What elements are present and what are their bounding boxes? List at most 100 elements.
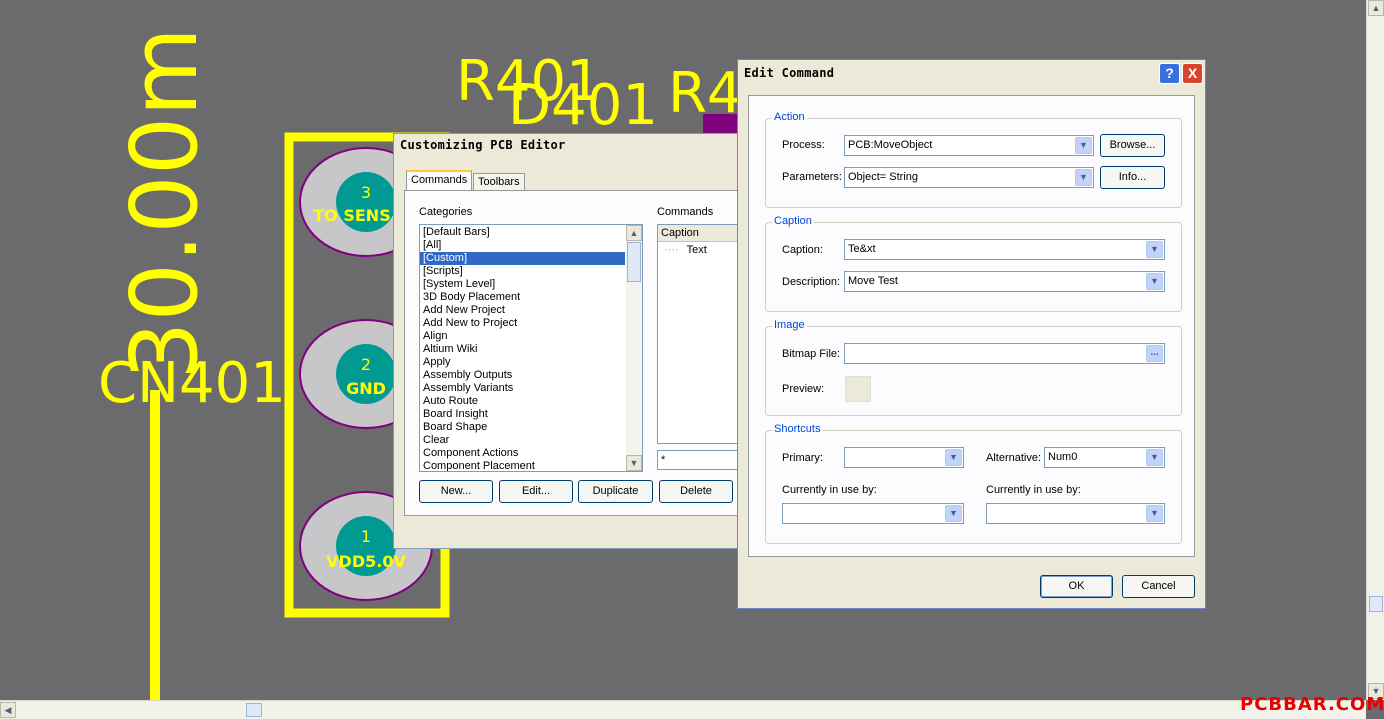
dimension-text: 30.00m [111, 27, 218, 380]
chevron-down-icon[interactable]: ▼ [1075, 169, 1092, 186]
bitmap-file-input[interactable]: ... [844, 343, 1165, 364]
category-item[interactable]: [System Level] [420, 278, 625, 291]
category-item[interactable]: 3D Body Placement [420, 291, 625, 304]
scroll-up-icon[interactable]: ▲ [626, 225, 642, 241]
description-label: Description: [782, 276, 841, 288]
chevron-down-icon[interactable]: ▼ [1146, 449, 1163, 466]
tab-toolbars[interactable]: Toolbars [473, 173, 525, 191]
edit-command-panel: Action Process: PCB:MoveObject ▼ Browse.… [748, 95, 1195, 557]
chevron-down-icon[interactable]: ▼ [945, 449, 962, 466]
caption-label: Caption: [782, 244, 823, 256]
categories-list[interactable]: [Default Bars] [All] [Custom] [Scripts] [Sys… [419, 224, 643, 472]
close-icon[interactable]: X [1182, 63, 1203, 84]
categories-label: Categories [419, 206, 473, 218]
chevron-down-icon[interactable]: ▼ [945, 505, 962, 522]
horizontal-scroll-thumb[interactable] [246, 703, 262, 717]
category-item[interactable]: Auto Route [420, 395, 625, 408]
primary-combo[interactable]: ▼ [844, 447, 964, 468]
pad-number: 2 [361, 355, 371, 374]
command-item-label: Text [686, 244, 707, 256]
help-icon[interactable]: ? [1159, 63, 1180, 84]
customizing-tab-panel: Categories Commands [Default Bars] [All][… [404, 190, 747, 516]
customizing-dialog: Customizing PCB Editor Commands Toolbars… [393, 133, 747, 549]
description-combo[interactable]: Move Test ▼ [844, 271, 1165, 292]
caption-group-label: Caption [772, 215, 814, 227]
category-item[interactable]: Component Placement [420, 460, 625, 471]
tab-commands[interactable]: Commands [406, 170, 473, 190]
alternative-in-use-label: Currently in use by: [986, 484, 1081, 496]
edit-button[interactable]: Edit... [499, 480, 573, 503]
pad-number: 3 [361, 183, 371, 202]
category-item[interactable]: Altium Wiki [420, 343, 625, 356]
chevron-down-icon[interactable]: ▼ [1146, 505, 1163, 522]
scroll-up-icon[interactable]: ▲ [1368, 0, 1384, 16]
bitmap-file-label: Bitmap File: [782, 348, 841, 360]
designator-r4: R4 [668, 61, 743, 126]
categories-scrollbar[interactable]: ▲ ▼ [626, 225, 642, 471]
category-item[interactable]: Component Actions [420, 447, 625, 460]
edit-command-title: Edit Command [738, 60, 1205, 86]
category-item[interactable]: Align [420, 330, 625, 343]
process-value: PCB:MoveObject [848, 139, 933, 151]
designator-cn401: CN401 [98, 351, 286, 416]
scroll-left-icon[interactable]: ◀ [0, 702, 16, 718]
vertical-scrollbar[interactable]: ▲ ▼ [1366, 0, 1384, 700]
preview-label: Preview: [782, 383, 825, 395]
caption-combo[interactable]: Te&xt ▼ [844, 239, 1165, 260]
chevron-down-icon[interactable]: ▼ [1146, 241, 1163, 258]
cancel-button[interactable]: Cancel [1122, 575, 1195, 598]
primary-label: Primary: [782, 452, 823, 464]
primary-in-use-combo[interactable]: ▼ [782, 503, 964, 524]
commands-column-header: Caption [658, 225, 746, 242]
info-button[interactable]: Info... [1100, 166, 1165, 189]
process-combo[interactable]: PCB:MoveObject ▼ [844, 135, 1094, 156]
chevron-down-icon[interactable]: ▼ [1075, 137, 1092, 154]
process-label: Process: [782, 139, 825, 151]
customizing-dialog-title: Customizing PCB Editor [394, 134, 742, 156]
category-item[interactable]: Board Shape [420, 421, 625, 434]
categories-scroll-thumb[interactable] [627, 242, 641, 282]
category-item[interactable]: [All] [420, 239, 625, 252]
caption-value: Te&xt [848, 243, 876, 255]
parameters-label: Parameters: [782, 171, 842, 183]
category-item[interactable]: [Default Bars] [420, 226, 625, 239]
ok-button[interactable]: OK [1040, 575, 1113, 598]
alternative-label: Alternative: [986, 452, 1042, 464]
category-item[interactable]: Board Insight [420, 408, 625, 421]
ellipsis-icon[interactable]: ... [1146, 345, 1163, 362]
pad-net: TO SENS [313, 206, 390, 225]
image-group: Image [765, 319, 1182, 416]
horizontal-scrollbar[interactable]: ◀ [0, 700, 1366, 719]
new-button[interactable]: New... [419, 480, 493, 503]
commands-filter-input[interactable]: * [657, 450, 747, 470]
alternative-combo[interactable]: Num0 ▼ [1044, 447, 1165, 468]
alternative-in-use-combo[interactable]: ▼ [986, 503, 1165, 524]
category-item[interactable]: [Custom] [420, 252, 625, 265]
vertical-scroll-thumb[interactable] [1369, 596, 1383, 612]
category-item[interactable]: Add New to Project [420, 317, 625, 330]
caption-group: Caption [765, 215, 1182, 312]
category-item[interactable]: [Scripts] [420, 265, 625, 278]
primary-in-use-label: Currently in use by: [782, 484, 877, 496]
image-preview [845, 376, 871, 402]
image-group-label: Image [772, 319, 807, 331]
command-item[interactable]: ···· Text [658, 242, 746, 258]
parameters-value: Object= String [848, 171, 919, 183]
designator-d401: D401 [508, 73, 658, 138]
browse-button[interactable]: Browse... [1100, 134, 1165, 157]
commands-filter-value: * [661, 454, 666, 466]
pad-net: GND [346, 379, 386, 398]
category-item[interactable]: Add New Project [420, 304, 625, 317]
category-item[interactable]: Assembly Variants [420, 382, 625, 395]
duplicate-button[interactable]: Duplicate [578, 480, 653, 503]
pad-net: VDD5.0V [326, 552, 406, 571]
category-item[interactable]: Assembly Outputs [420, 369, 625, 382]
chevron-down-icon[interactable]: ▼ [1146, 273, 1163, 290]
delete-button[interactable]: Delete [659, 480, 733, 503]
pad-number: 1 [361, 527, 371, 546]
commands-list[interactable]: Caption ···· Text [657, 224, 747, 444]
category-item[interactable]: Apply [420, 356, 625, 369]
scroll-down-icon[interactable]: ▼ [626, 455, 642, 471]
category-item[interactable]: Clear [420, 434, 625, 447]
parameters-combo[interactable]: Object= String ▼ [844, 167, 1094, 188]
